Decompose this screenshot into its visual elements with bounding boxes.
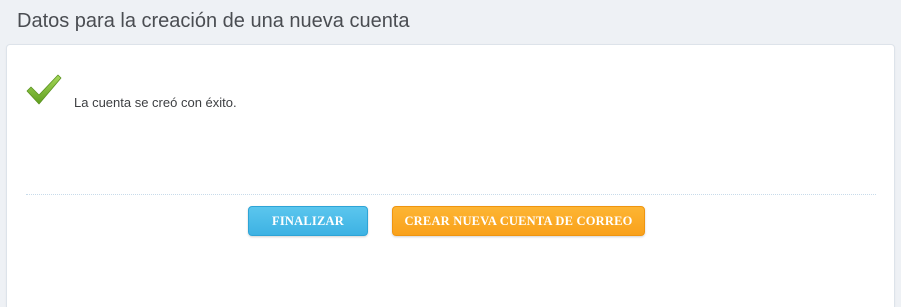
page: Datos para la creación de una nueva cuen… (0, 0, 901, 307)
divider (26, 194, 876, 195)
finalize-button[interactable]: FINALIZAR (248, 206, 368, 236)
page-title: Datos para la creación de una nueva cuen… (17, 10, 410, 32)
content-panel: La cuenta se creó con éxito. FINALIZAR C… (6, 44, 895, 307)
checkmark-icon (26, 74, 62, 108)
success-message: La cuenta se creó con éxito. (74, 95, 237, 110)
page-header: Datos para la creación de una nueva cuen… (0, 0, 901, 44)
create-new-account-button[interactable]: CREAR NUEVA CUENTA DE CORREO (392, 206, 645, 236)
